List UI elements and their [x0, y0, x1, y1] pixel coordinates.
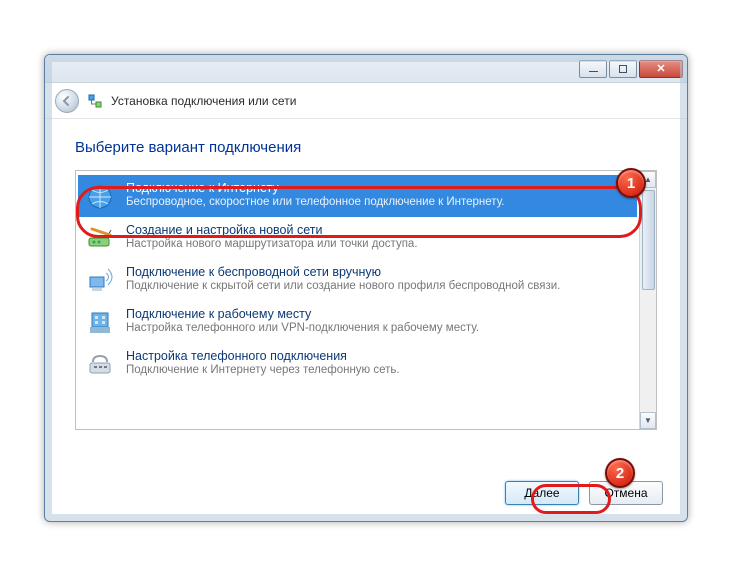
- network-wizard-icon: [87, 93, 103, 109]
- option-title: Настройка телефонного подключения: [126, 349, 400, 363]
- scroll-up-button[interactable]: ▲: [640, 171, 656, 188]
- option-workplace[interactable]: Подключение к рабочему месту Настройка т…: [78, 301, 637, 343]
- globe-icon: [84, 181, 116, 213]
- wireless-icon: [84, 265, 116, 297]
- minimize-button[interactable]: [579, 60, 607, 78]
- option-title: Подключение к рабочему месту: [126, 307, 479, 321]
- close-button[interactable]: ✕: [639, 60, 683, 78]
- back-button[interactable]: [55, 89, 79, 113]
- cancel-button[interactable]: Отмена: [589, 481, 663, 505]
- option-desc: Подключение к скрытой сети или создание …: [126, 279, 560, 294]
- option-new-network[interactable]: Создание и настройка новой сети Настройк…: [78, 217, 637, 259]
- option-desc: Настройка нового маршрутизатора или точк…: [126, 237, 418, 252]
- router-icon: [84, 223, 116, 255]
- option-desc: Настройка телефонного или VPN-подключени…: [126, 321, 479, 336]
- scroll-down-button[interactable]: ▼: [640, 412, 656, 429]
- scroll-thumb[interactable]: [642, 190, 655, 290]
- workplace-icon: [84, 307, 116, 339]
- scrollbar[interactable]: ▲ ▼: [639, 171, 656, 429]
- option-desc: Беспроводное, скоростное или телефонное …: [126, 195, 505, 210]
- option-wireless-manual[interactable]: Подключение к беспроводной сети вручную …: [78, 259, 637, 301]
- option-title: Подключение к Интернету: [126, 181, 505, 195]
- option-internet[interactable]: Подключение к Интернету Беспроводное, ск…: [78, 175, 637, 217]
- option-title: Создание и настройка новой сети: [126, 223, 418, 237]
- options-viewport: Подключение к Интернету Беспроводное, ск…: [76, 171, 639, 429]
- wizard-window: ✕ Установка подключения или сети Выберит…: [44, 54, 688, 522]
- connection-options-list: Подключение к Интернету Беспроводное, ск…: [75, 170, 657, 430]
- option-desc: Подключение к Интернету через телефонную…: [126, 363, 400, 378]
- option-dialup[interactable]: Настройка телефонного подключения Подклю…: [78, 343, 637, 385]
- maximize-button[interactable]: [609, 60, 637, 78]
- footer-buttons: Далее Отмена: [505, 481, 663, 505]
- content-area: Выберите вариант подключения Подключение…: [45, 119, 687, 430]
- instruction-text: Выберите вариант подключения: [75, 139, 657, 156]
- window-title: Установка подключения или сети: [111, 94, 296, 108]
- next-button[interactable]: Далее: [505, 481, 579, 505]
- dialup-icon: [84, 349, 116, 381]
- titlebar: ✕: [45, 55, 687, 83]
- header-bar: Установка подключения или сети: [45, 83, 687, 119]
- option-title: Подключение к беспроводной сети вручную: [126, 265, 560, 279]
